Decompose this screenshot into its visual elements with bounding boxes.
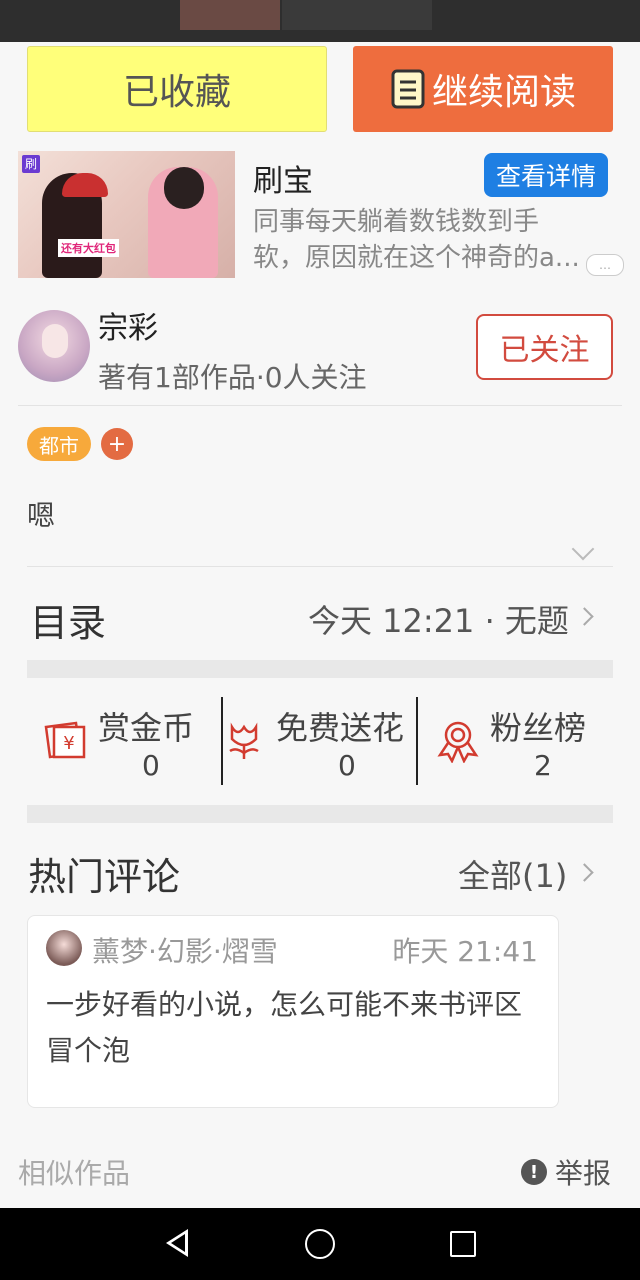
stat-label: 粉丝榜 bbox=[490, 709, 587, 747]
add-tag-button[interactable]: + bbox=[101, 428, 133, 460]
toc-latest-chapter[interactable]: 今天 12:21 · 无题 bbox=[308, 596, 569, 642]
expand-chevron-icon[interactable] bbox=[571, 537, 595, 561]
free-flower-stat[interactable]: 免费送花 0 bbox=[224, 697, 416, 785]
comment-text: 一步好看的小说，怎么可能不来书评区冒个泡 bbox=[46, 988, 523, 1067]
continue-reading-button[interactable]: 继续阅读 bbox=[353, 46, 613, 132]
plus-icon: + bbox=[107, 431, 127, 457]
stat-value: 0 bbox=[142, 749, 160, 782]
ad-hat bbox=[62, 173, 108, 197]
comment-time: 昨天 21:41 bbox=[392, 935, 538, 968]
fan-ranking-stat[interactable]: 粉丝榜 2 bbox=[420, 697, 610, 785]
ad-description-line: 软，原因就在这个神奇的a... bbox=[253, 243, 580, 273]
report-label: 举报 bbox=[555, 1157, 612, 1190]
reward-coin-stat[interactable]: ¥ 赏金币 0 bbox=[40, 697, 220, 785]
divider bbox=[27, 566, 613, 567]
stat-label: 赏金币 bbox=[98, 709, 195, 747]
avatar-face bbox=[42, 324, 68, 358]
favorite-button-label: 已收藏 bbox=[122, 72, 231, 113]
medal-icon bbox=[437, 721, 479, 763]
ad-description: 同事每天躺着数钱数到手 软，原因就在这个神奇的a... bbox=[253, 204, 623, 276]
stat-value: 0 bbox=[338, 749, 356, 782]
genre-tag[interactable]: 都市 bbox=[27, 427, 91, 461]
comment-card[interactable]: 薰梦·幻影·熠雪 昨天 21:41 一步好看的小说，怎么可能不来书评区冒个泡 bbox=[27, 915, 559, 1108]
hot-comments-title: 热门评论 bbox=[28, 855, 181, 899]
reward-coin-icon: ¥ bbox=[44, 721, 86, 759]
stat-divider bbox=[221, 697, 223, 785]
commenter-name[interactable]: 薰梦·幻影·熠雪 bbox=[92, 930, 278, 970]
media-thumbnail bbox=[180, 0, 280, 30]
author-avatar[interactable] bbox=[18, 310, 90, 382]
top-media-strip bbox=[0, 0, 640, 42]
toc-title[interactable]: 目录 bbox=[30, 592, 106, 647]
view-details-label: 查看详情 bbox=[495, 162, 596, 191]
ad-person-head bbox=[164, 167, 204, 209]
chevron-right-icon[interactable] bbox=[575, 607, 594, 626]
view-details-button[interactable]: 查看详情 bbox=[484, 153, 608, 197]
stat-divider bbox=[416, 697, 418, 785]
ad-logo-icon: 刷 bbox=[22, 155, 40, 173]
similar-works-label: 相似作品 bbox=[18, 1157, 131, 1190]
section-separator bbox=[27, 660, 613, 678]
svg-text:¥: ¥ bbox=[63, 733, 74, 754]
book-icon bbox=[391, 69, 425, 109]
ad-close-icon[interactable]: … bbox=[586, 254, 624, 276]
ad-description-line: 同事每天躺着数钱数到手 bbox=[253, 207, 540, 237]
ad-image[interactable]: 刷 还有大红包 bbox=[18, 151, 235, 278]
back-icon-inner bbox=[171, 1234, 185, 1252]
favorite-button[interactable]: 已收藏 bbox=[27, 46, 327, 132]
genre-tag-label: 都市 bbox=[39, 433, 79, 458]
stat-label: 免费送花 bbox=[276, 709, 405, 747]
follow-button[interactable]: 已关注 bbox=[476, 314, 613, 380]
report-button[interactable]: ! 举报 bbox=[521, 1152, 611, 1192]
flower-icon bbox=[229, 722, 259, 759]
follow-button-label: 已关注 bbox=[499, 333, 590, 368]
home-icon[interactable] bbox=[305, 1229, 335, 1259]
author-name[interactable]: 宗彩 bbox=[98, 303, 158, 347]
recent-apps-icon[interactable] bbox=[450, 1231, 476, 1257]
divider bbox=[18, 405, 622, 406]
media-thumbnail bbox=[282, 0, 432, 30]
section-separator bbox=[27, 805, 613, 823]
chevron-right-icon[interactable] bbox=[575, 863, 594, 882]
author-meta: 著有1部作品·0人关注 bbox=[98, 361, 367, 394]
commenter-avatar[interactable] bbox=[46, 930, 82, 966]
all-comments-link[interactable]: 全部(1) bbox=[458, 851, 567, 897]
alert-icon: ! bbox=[521, 1159, 547, 1185]
ad-title: 刷宝 bbox=[253, 164, 313, 199]
stat-value: 2 bbox=[534, 749, 552, 782]
continue-reading-label: 继续阅读 bbox=[431, 72, 576, 113]
book-description: 嗯 bbox=[27, 499, 56, 532]
ad-image-caption: 还有大红包 bbox=[58, 239, 119, 257]
